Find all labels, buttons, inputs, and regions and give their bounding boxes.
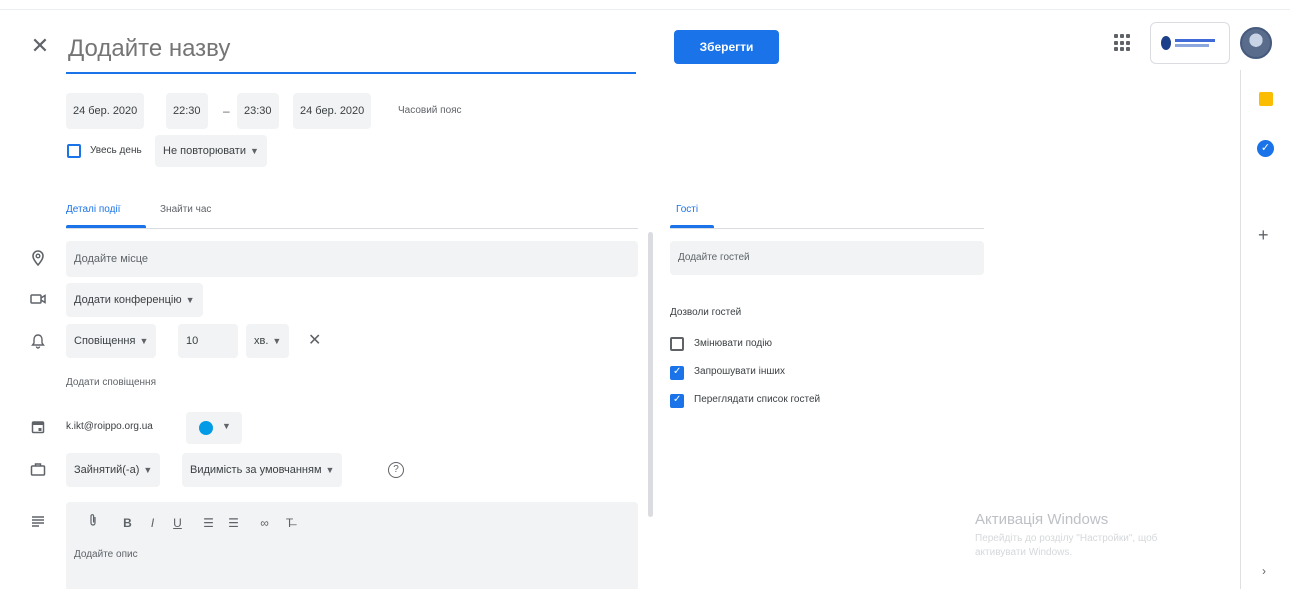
start-time-chip[interactable]: 22:30: [166, 93, 208, 129]
tab-divider: [66, 228, 638, 229]
remove-notification-icon[interactable]: ✕: [308, 330, 321, 350]
avatar[interactable]: [1240, 27, 1272, 59]
calendar-color-dropdown[interactable]: [186, 412, 242, 444]
permission-see-list-checkbox[interactable]: [670, 394, 684, 408]
time-separator: –: [223, 104, 230, 118]
location-input[interactable]: Додайте місце: [66, 241, 638, 277]
numbered-list-icon[interactable]: ☰: [196, 512, 221, 534]
chevron-down-icon: ▼: [249, 146, 259, 156]
clear-formatting-icon[interactable]: T̶: [277, 512, 302, 534]
visibility-dropdown[interactable]: Видимість за умовчанням ▼: [182, 453, 343, 487]
chevron-right-icon[interactable]: ›: [1262, 564, 1266, 578]
tab-find-time[interactable]: Знайти час: [160, 196, 211, 224]
tasks-icon[interactable]: ✓: [1257, 140, 1274, 157]
attachment-icon[interactable]: [80, 512, 105, 534]
permission-modify-label[interactable]: Змінювати подію: [694, 336, 772, 352]
description-placeholder: Додайте опис: [74, 549, 138, 560]
add-notification-link[interactable]: Додати сповіщення: [66, 375, 156, 391]
conference-dropdown[interactable]: Додати конференцію ▼: [66, 283, 203, 317]
timezone-link[interactable]: Часовий пояс: [398, 93, 462, 129]
windows-activation-title: Активація Windows: [975, 511, 1109, 528]
chevron-down-icon: ▼: [222, 421, 231, 431]
windows-activation-subtitle: Перейдіть до розділу "Настройки", щоб ак…: [975, 532, 1235, 560]
organization-logo[interactable]: [1150, 22, 1230, 64]
permission-invite-label[interactable]: Запрошувати інших: [694, 364, 785, 380]
end-date-chip[interactable]: 24 бер. 2020: [293, 93, 372, 129]
bell-icon: [30, 333, 46, 349]
scrollbar[interactable]: [648, 232, 653, 517]
bulleted-list-icon[interactable]: ☰: [221, 512, 246, 534]
save-button[interactable]: Зберегти: [674, 30, 779, 64]
logo-emblem-icon: [1161, 36, 1171, 50]
add-addon-icon[interactable]: +: [1258, 225, 1269, 246]
tab-event-details[interactable]: Деталі події: [66, 196, 120, 224]
start-date-chip[interactable]: 24 бер. 2020: [66, 93, 145, 129]
windows-activation-line1: Перейдіть до розділу "Настройки", щоб: [975, 533, 1158, 544]
video-camera-icon: [30, 292, 46, 308]
visibility-label: Видимість за умовчанням: [190, 464, 322, 476]
briefcase-icon: [30, 462, 46, 478]
chevron-down-icon: ▼: [185, 295, 195, 305]
end-time-chip[interactable]: 23:30: [237, 93, 279, 129]
guests-tab-divider: [670, 228, 984, 229]
calendar-email: k.ikt@roippo.org.ua: [66, 421, 153, 432]
windows-activation-line2: активувати Windows.: [975, 547, 1073, 558]
busy-status-label: Зайнятий(-а): [74, 464, 140, 476]
all-day-checkbox[interactable]: [67, 144, 81, 158]
top-divider: [0, 0, 1290, 10]
repeat-value: Не повторювати: [163, 145, 246, 157]
tab-guests[interactable]: Гості: [676, 196, 698, 224]
notification-unit-dropdown[interactable]: хв. ▼: [246, 324, 290, 358]
permission-invite-checkbox[interactable]: [670, 366, 684, 380]
italic-icon[interactable]: I: [140, 512, 165, 534]
repeat-dropdown[interactable]: Не повторювати ▼: [155, 135, 267, 167]
apps-grid-icon[interactable]: [1114, 34, 1132, 52]
keep-notes-icon[interactable]: [1259, 92, 1273, 106]
chevron-down-icon: ▼: [139, 336, 149, 346]
description-lines-icon: [30, 514, 46, 530]
notification-unit-label: хв.: [254, 335, 269, 347]
underline-icon[interactable]: U: [165, 512, 190, 534]
guest-permissions-title: Дозволи гостей: [670, 307, 742, 318]
chevron-down-icon: ▼: [143, 465, 153, 475]
help-icon[interactable]: ?: [388, 462, 404, 478]
permission-modify-checkbox[interactable]: [670, 337, 684, 351]
notification-type-dropdown[interactable]: Сповіщення ▼: [66, 324, 157, 358]
bold-icon[interactable]: B: [115, 512, 140, 534]
link-icon[interactable]: ∞: [252, 512, 277, 534]
chevron-down-icon: ▼: [325, 465, 335, 475]
permission-see-list-label[interactable]: Переглядати список гостей: [694, 392, 820, 408]
notification-type-label: Сповіщення: [74, 335, 136, 347]
guests-input[interactable]: Додайте гостей: [670, 241, 984, 275]
notification-value-input[interactable]: 10: [178, 324, 238, 358]
busy-status-dropdown[interactable]: Зайнятий(-а) ▼: [66, 453, 161, 487]
chevron-down-icon: ▼: [272, 336, 282, 346]
calendar-color-swatch: [199, 421, 213, 435]
all-day-label: Увесь день: [90, 145, 142, 156]
location-pin-icon: [30, 250, 46, 267]
event-title-input[interactable]: [66, 26, 636, 74]
calendar-icon: [30, 420, 46, 436]
formatting-toolbar: B I U ☰ ☰ ∞ T̶: [80, 512, 302, 534]
close-icon[interactable]: ✕: [28, 34, 52, 58]
conference-label: Додати конференцію: [74, 294, 182, 306]
